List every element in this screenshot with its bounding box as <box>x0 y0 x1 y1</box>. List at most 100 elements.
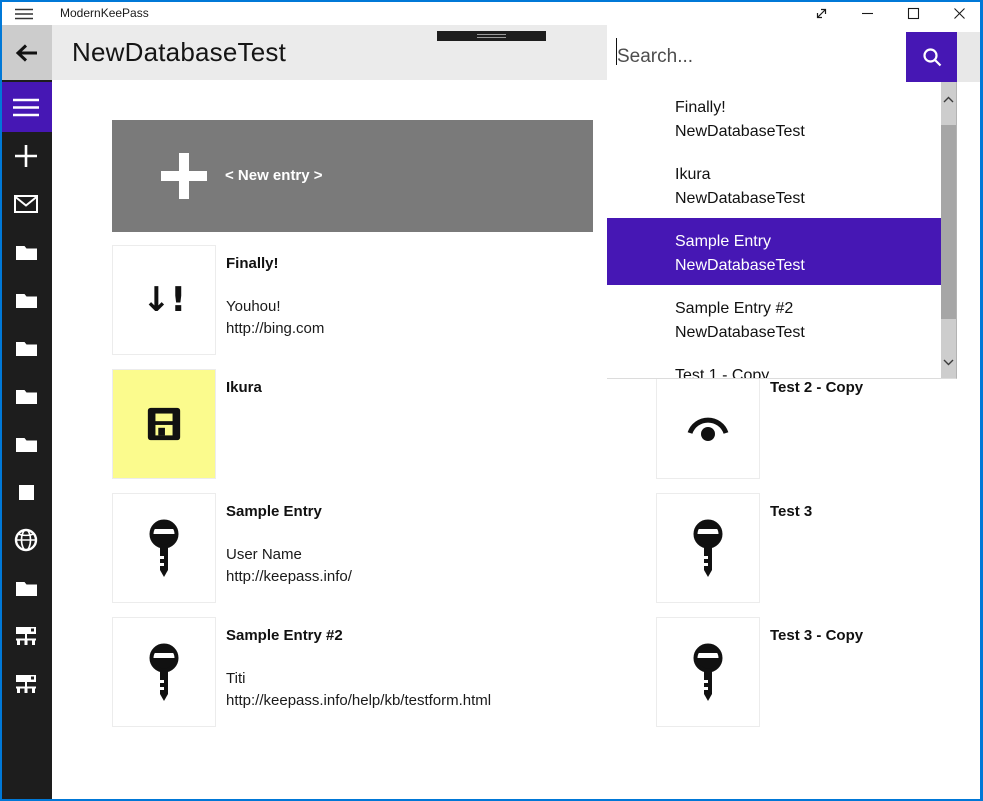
hamburger-icon <box>13 98 39 117</box>
entry-tile[interactable] <box>656 617 760 727</box>
result-subtitle: NewDatabaseTest <box>675 187 941 211</box>
entry-text: Finally! Youhou! http://bing.com <box>226 245 592 340</box>
sidebar-item-group[interactable] <box>0 564 52 612</box>
command-bar-handle[interactable] <box>437 31 546 41</box>
search-result-item[interactable]: Test 1 - Copy <box>607 352 941 379</box>
result-subtitle: NewDatabaseTest <box>675 120 941 144</box>
sidebar-item-group[interactable] <box>0 276 52 324</box>
sidebar-item-group[interactable] <box>0 228 52 276</box>
entry-title: Sample Entry <box>226 503 592 520</box>
search-result-item-selected[interactable]: Sample Entry NewDatabaseTest <box>607 218 941 285</box>
search-input[interactable] <box>607 32 906 82</box>
grip-line <box>477 37 506 38</box>
search-icon <box>921 46 943 68</box>
new-entry-label: < New entry > <box>225 120 323 232</box>
scroll-up-icon[interactable] <box>941 96 956 103</box>
search-result-item[interactable]: Finally! NewDatabaseTest <box>607 84 941 151</box>
search-result-item[interactable]: Sample Entry #2 NewDatabaseTest <box>607 285 941 352</box>
sidebar-items <box>0 132 52 708</box>
entry-tile[interactable] <box>112 369 216 479</box>
sidebar-hamburger-button[interactable] <box>0 82 52 132</box>
entry-tile[interactable]: ↓! <box>112 245 216 355</box>
resize-diagonal-icon[interactable] <box>806 2 836 25</box>
entry-line2: http://keepass.info/ <box>226 566 592 588</box>
result-title: Ikura <box>675 163 941 187</box>
sidebar-item-group[interactable] <box>0 420 52 468</box>
folder-icon <box>15 387 38 405</box>
entry-line1: Youhou! <box>226 296 592 318</box>
entry-row[interactable]: Sample Entry #2 Titi http://keepass.info… <box>112 617 592 727</box>
entry-title: Test 3 <box>770 503 983 520</box>
entry-title: Test 2 - Copy <box>770 379 983 396</box>
key-icon <box>146 643 182 701</box>
result-subtitle: NewDatabaseTest <box>675 254 941 278</box>
sidebar-item-group[interactable] <box>0 372 52 420</box>
result-title: Finally! <box>675 96 941 120</box>
scroll-down-icon[interactable] <box>941 359 956 366</box>
app-window: ModernKeePass NewDatabaseTest <box>0 0 983 801</box>
entry-row[interactable]: Test 3 <box>656 493 983 603</box>
app-title: ModernKeePass <box>60 2 149 25</box>
entry-details: Youhou! http://bing.com <box>226 296 592 340</box>
folder-icon <box>15 579 38 597</box>
sidebar-item-group[interactable] <box>0 468 52 516</box>
sidebar-item-mail[interactable] <box>0 180 52 228</box>
plus-icon <box>14 144 38 168</box>
back-button[interactable] <box>0 25 54 80</box>
search-result-item[interactable]: Ikura NewDatabaseTest <box>607 151 941 218</box>
entry-tile[interactable] <box>112 617 216 727</box>
network-drive-icon <box>14 674 38 694</box>
entry-title: Test 3 - Copy <box>770 627 983 644</box>
titlebar-hamburger-icon[interactable] <box>15 8 33 20</box>
plus-icon <box>161 153 207 199</box>
entry-details: User Name http://keepass.info/ <box>226 544 592 588</box>
folder-icon <box>15 291 38 309</box>
mail-icon <box>14 195 38 213</box>
sidebar-item-network[interactable] <box>0 612 52 660</box>
key-icon <box>146 519 182 577</box>
entry-text: Test 3 <box>770 493 983 520</box>
header-filler <box>957 32 980 82</box>
window-border-left <box>0 0 2 801</box>
eye-icon <box>684 405 732 443</box>
key-icon <box>690 643 726 701</box>
close-icon[interactable] <box>944 2 974 25</box>
result-title: Test 1 - Copy <box>675 364 941 379</box>
entry-title: Finally! <box>226 255 592 272</box>
minimize-icon[interactable] <box>852 2 882 25</box>
grip-line <box>477 34 506 35</box>
search-results-dropdown: Finally! NewDatabaseTest Ikura NewDataba… <box>607 82 957 379</box>
entry-tile[interactable] <box>112 493 216 603</box>
sidebar-item-group[interactable] <box>0 324 52 372</box>
entry-tile[interactable] <box>656 493 760 603</box>
entry-row[interactable]: ↓! Finally! Youhou! http://bing.com <box>112 245 592 355</box>
result-subtitle: NewDatabaseTest <box>675 321 941 345</box>
entry-title: Ikura <box>226 379 592 396</box>
entry-line2: http://keepass.info/help/kb/testform.htm… <box>226 690 592 712</box>
entry-text: Sample Entry User Name http://keepass.in… <box>226 493 592 588</box>
entry-row[interactable]: Test 3 - Copy <box>656 617 983 727</box>
entry-tile[interactable] <box>656 369 760 479</box>
new-entry-tile[interactable]: < New entry > <box>112 120 593 232</box>
sidebar-item-internet[interactable] <box>0 516 52 564</box>
search-bar <box>607 25 980 82</box>
search-button[interactable] <box>906 32 957 82</box>
download-exclamation-icon: ↓! <box>142 283 186 317</box>
sidebar-item-new[interactable] <box>0 132 52 180</box>
entry-row[interactable]: Test 2 - Copy <box>656 369 983 479</box>
entry-line1: User Name <box>226 544 592 566</box>
square-icon <box>19 485 34 500</box>
entry-row[interactable]: Ikura <box>112 369 592 479</box>
sidebar <box>2 80 52 799</box>
folder-icon <box>15 435 38 453</box>
dropdown-scrollbar[interactable] <box>941 82 956 378</box>
scrollbar-thumb[interactable] <box>941 125 956 319</box>
result-title: Sample Entry #2 <box>675 297 941 321</box>
result-title: Sample Entry <box>675 230 941 254</box>
entry-row[interactable]: Sample Entry User Name http://keepass.in… <box>112 493 592 603</box>
search-results-list: Finally! NewDatabaseTest Ikura NewDataba… <box>607 84 941 379</box>
folder-icon <box>15 243 38 261</box>
sidebar-item-network[interactable] <box>0 660 52 708</box>
globe-icon <box>14 528 38 552</box>
maximize-icon[interactable] <box>898 2 928 25</box>
